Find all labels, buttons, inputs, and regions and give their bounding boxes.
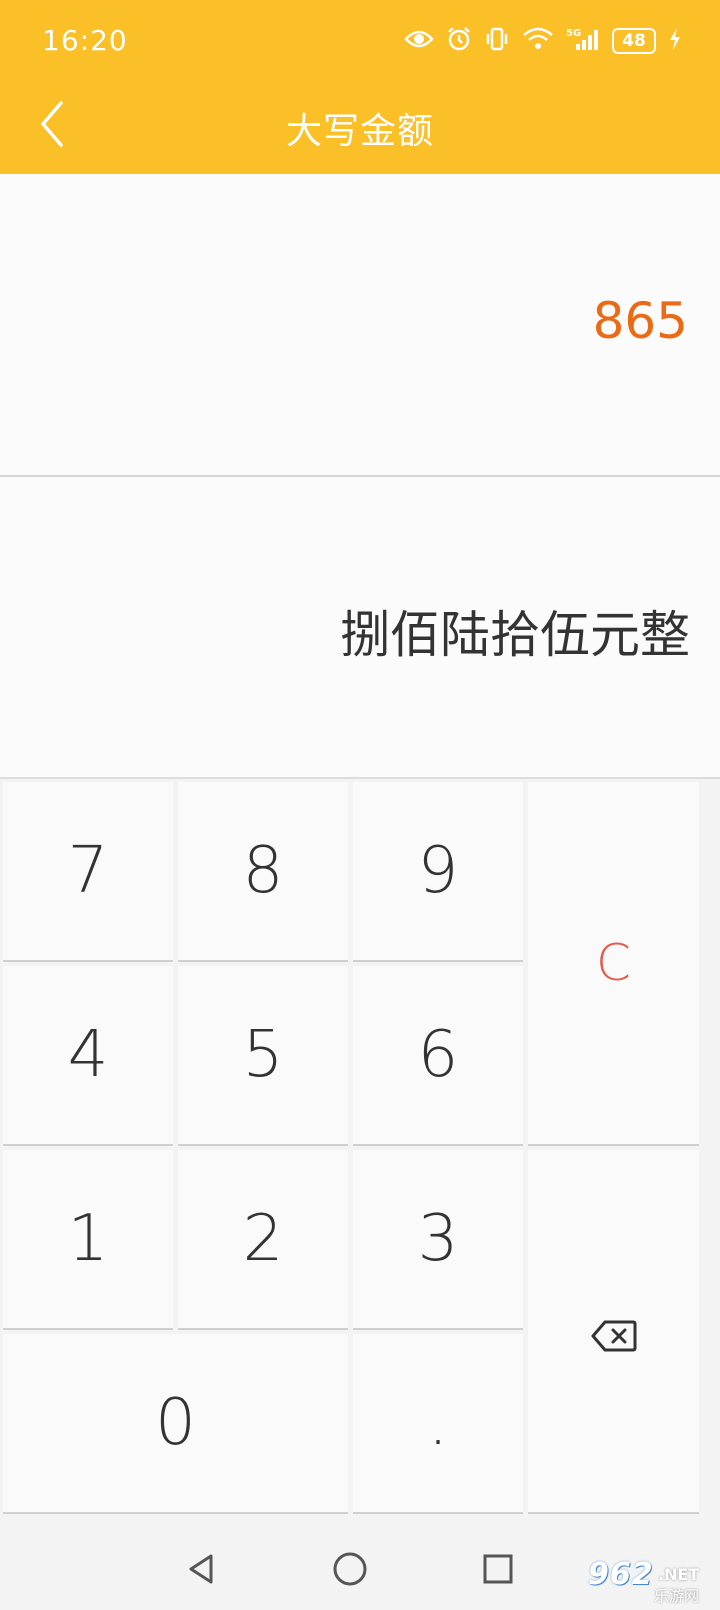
key-1[interactable]: 1 <box>3 1150 173 1330</box>
keypad: 7 8 9 C 4 5 6 1 2 3 0 . <box>0 779 720 1531</box>
nav-home-button[interactable] <box>324 1545 376 1597</box>
battery-icon: 48 <box>612 28 656 54</box>
back-triangle-icon <box>185 1552 219 1590</box>
clear-button[interactable]: C <box>528 782 699 1146</box>
status-bar: 16:20 5G 48 <box>0 0 720 78</box>
key-4[interactable]: 4 <box>3 966 173 1146</box>
nav-back-button[interactable] <box>176 1545 228 1597</box>
watermark-suffix: .NET <box>658 1565 700 1584</box>
watermark-sub: 乐游网 <box>654 1587 700 1605</box>
alarm-icon <box>446 26 472 56</box>
charging-icon <box>668 27 682 55</box>
svg-text:5G: 5G <box>566 28 581 39</box>
status-time: 16:20 <box>42 24 128 57</box>
recents-square-icon <box>481 1552 515 1590</box>
chinese-amount-display: 捌佰陆拾伍元整 <box>0 477 720 779</box>
nav-recents-button[interactable] <box>472 1545 524 1597</box>
app-bar: 大写金额 <box>0 78 720 174</box>
eye-icon <box>404 29 434 53</box>
key-5[interactable]: 5 <box>178 966 348 1146</box>
key-3[interactable]: 3 <box>353 1150 523 1330</box>
status-icons: 5G 48 <box>404 24 682 58</box>
amount-value: 865 <box>592 292 688 350</box>
wifi-icon <box>522 27 554 55</box>
amount-display: 865 <box>0 174 720 477</box>
chinese-amount-value: 捌佰陆拾伍元整 <box>340 606 690 664</box>
key-9[interactable]: 9 <box>353 782 523 962</box>
backspace-button[interactable] <box>528 1150 699 1514</box>
key-dot[interactable]: . <box>353 1334 523 1514</box>
5g-signal-icon: 5G <box>566 26 600 56</box>
key-2[interactable]: 2 <box>178 1150 348 1330</box>
page-title: 大写金额 <box>285 111 434 152</box>
key-8[interactable]: 8 <box>178 782 348 962</box>
backspace-icon <box>591 1294 637 1368</box>
watermark-brand: 962 <box>588 1557 654 1592</box>
key-0[interactable]: 0 <box>3 1334 348 1514</box>
key-7[interactable]: 7 <box>3 782 173 962</box>
site-watermark: 962 .NET 乐游网 <box>582 1557 712 1605</box>
key-6[interactable]: 6 <box>353 966 523 1146</box>
home-circle-icon <box>332 1551 368 1591</box>
vibrate-icon <box>484 26 510 56</box>
